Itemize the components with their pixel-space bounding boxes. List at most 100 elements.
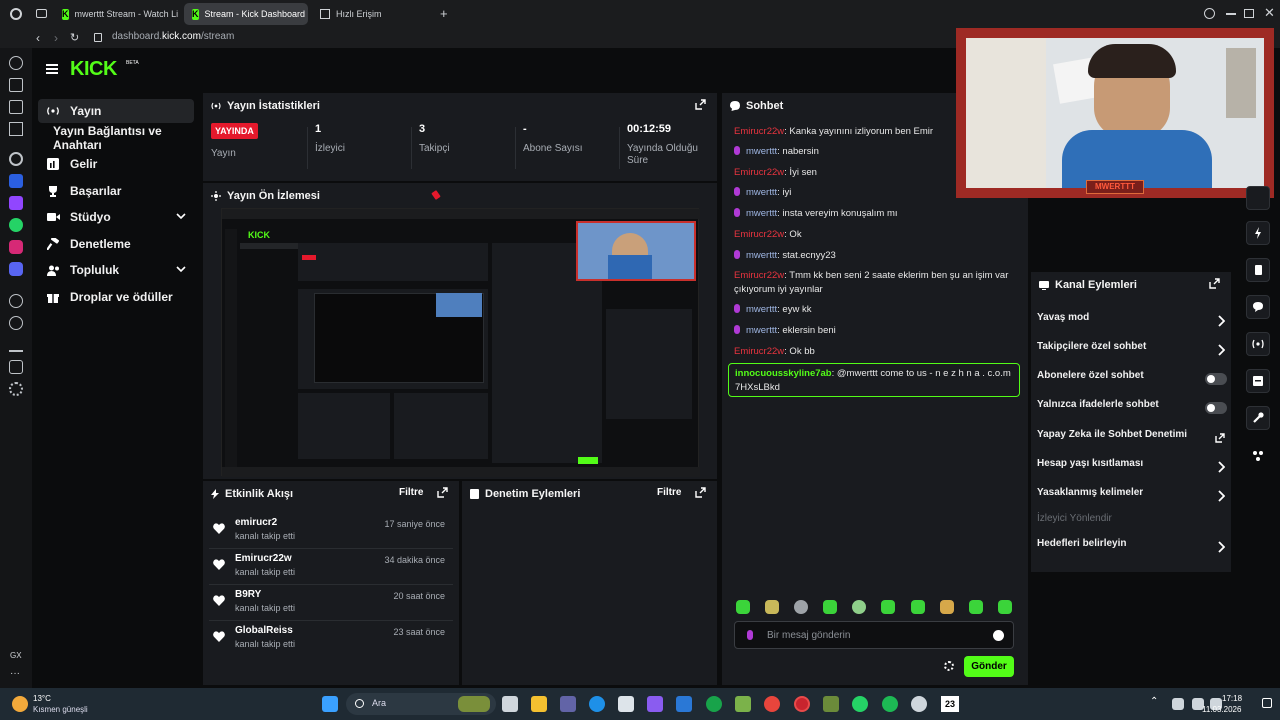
weather-icon[interactable] [12, 696, 28, 712]
spotify-icon[interactable] [882, 696, 898, 712]
channel-action-account-age[interactable]: Hesap yaşı kısıtlaması [1037, 458, 1227, 478]
activity-filter-button[interactable]: Filtre [399, 487, 423, 498]
downloads-icon[interactable] [9, 338, 23, 352]
aria-icon[interactable] [9, 122, 23, 136]
sidebar-item-achievements[interactable]: Başarılar [38, 179, 194, 203]
sidebar-item-community[interactable]: Topluluk [38, 258, 194, 282]
store-icon[interactable] [618, 696, 634, 712]
channel-action-subscribers-only[interactable]: Abonelere özel sohbet [1037, 370, 1227, 390]
emote-icon[interactable] [998, 600, 1012, 614]
notifications-icon[interactable] [1262, 698, 1272, 708]
tool-button[interactable] [1246, 186, 1270, 210]
emote-icon[interactable] [881, 600, 895, 614]
start-icon[interactable] [322, 696, 338, 712]
sidebar-item-stream[interactable]: Yayın [38, 99, 194, 123]
chat-tool-button[interactable] [1246, 295, 1270, 319]
emote-only-toggle[interactable] [1205, 402, 1227, 414]
emote-icon[interactable] [940, 600, 954, 614]
url-field[interactable]: dashboard.kick.com/stream [112, 31, 234, 42]
send-button[interactable]: Gönder [964, 656, 1014, 677]
preview-video[interactable]: KICK [221, 208, 700, 477]
copilot-icon[interactable] [647, 696, 663, 712]
task-view-icon[interactable] [502, 696, 518, 712]
ai-icon[interactable] [9, 152, 23, 166]
back-icon[interactable]: ‹ [36, 31, 40, 45]
close-icon[interactable]: ✕ [1264, 5, 1275, 21]
emote-icon[interactable] [765, 600, 779, 614]
sidebar-item-moderation[interactable]: Denetleme [38, 232, 194, 256]
teams-icon[interactable] [560, 696, 576, 712]
tab-kick-dashboard[interactable]: K Stream - Kick Dashboard [184, 3, 308, 25]
channel-action-emote-only[interactable]: Yalnızca ifadelerle sohbet [1037, 399, 1227, 419]
emote-icon[interactable] [794, 600, 808, 614]
settings-icon[interactable] [9, 382, 23, 396]
moderation-filter-button[interactable]: Filtre [657, 487, 681, 498]
emoji-icon[interactable] [993, 630, 1004, 641]
kick-logo[interactable]: KICK [70, 58, 117, 81]
layout-tool-button[interactable] [1246, 369, 1270, 393]
popout-icon[interactable] [695, 487, 707, 499]
speed-dial-icon[interactable] [9, 56, 23, 70]
channel-action-banned-words[interactable]: Yasaklanmış kelimeler [1037, 487, 1227, 507]
new-tab-button[interactable]: + [440, 6, 448, 21]
cube-icon[interactable] [9, 100, 23, 114]
sidebar-item-studio[interactable]: Stüdyo [38, 205, 194, 229]
wrench-tool-button[interactable] [1246, 406, 1270, 430]
search-icon[interactable] [1204, 8, 1215, 19]
mail-icon[interactable] [676, 696, 692, 712]
player-icon[interactable] [9, 294, 23, 308]
popout-icon[interactable] [695, 99, 707, 111]
forward-icon[interactable]: › [54, 31, 58, 45]
notes-tool-button[interactable] [1246, 258, 1270, 282]
tab-quick-access[interactable]: Hızlı Erişim [312, 3, 432, 25]
discord-icon[interactable] [9, 262, 23, 276]
taskbar-search[interactable]: Ara [346, 693, 496, 715]
extensions-icon[interactable] [9, 360, 23, 374]
twitch-icon[interactable] [9, 196, 23, 210]
game-icon[interactable] [735, 696, 751, 712]
minecraft-icon[interactable] [823, 696, 839, 712]
opera-gx-icon[interactable] [794, 696, 810, 712]
opera-menu-icon[interactable] [10, 8, 22, 20]
broadcast-tool-button[interactable] [1246, 332, 1270, 356]
file-explorer-icon[interactable] [531, 696, 547, 712]
chat-settings-icon[interactable] [944, 661, 954, 671]
tray-icon[interactable] [1172, 698, 1184, 710]
channel-action-ai-moderation[interactable]: Yapay Zeka ile Sohbet Denetimi [1037, 429, 1227, 449]
emote-icon[interactable] [736, 600, 750, 614]
subscribers-only-toggle[interactable] [1205, 373, 1227, 385]
instagram-icon[interactable] [9, 240, 23, 254]
edge-icon[interactable] [589, 696, 605, 712]
tab-stream-watch[interactable]: K mwerttt Stream - Watch Li [54, 3, 178, 25]
chat-input[interactable]: Bir mesaj gönderin [734, 621, 1014, 649]
whatsapp-icon[interactable] [9, 218, 23, 232]
sidebar-item-revenue[interactable]: Gelir [38, 152, 194, 176]
calendar-badge[interactable]: 23 [941, 696, 959, 712]
hamburger-menu-icon[interactable] [46, 64, 58, 74]
whatsapp-icon[interactable] [852, 696, 868, 712]
minimize-icon[interactable] [1226, 13, 1236, 15]
more-icon[interactable]: ··· [10, 668, 20, 679]
channel-action-slow-mode[interactable]: Yavaş mod [1037, 312, 1227, 332]
emote-icon[interactable] [823, 600, 837, 614]
channel-action-followers-only[interactable]: Takipçilere özel sohbet [1037, 341, 1227, 361]
emote-icon[interactable] [969, 600, 983, 614]
bookmark-icon[interactable] [9, 78, 23, 92]
reload-icon[interactable]: ↻ [70, 31, 79, 44]
app-icon[interactable] [9, 174, 23, 188]
chrome-icon[interactable] [764, 696, 780, 712]
tray-chevron-icon[interactable]: ⌃ [1150, 696, 1158, 707]
history-icon[interactable] [9, 316, 23, 330]
sidebar-item-drops[interactable]: Droplar ve ödüller [38, 285, 194, 309]
sidebar-item-stream-key[interactable]: Yayın Bağlantısı ve Anahtarı [38, 124, 194, 152]
emote-icon[interactable] [852, 600, 866, 614]
bolt-tool-button[interactable] [1246, 221, 1270, 245]
obs-icon[interactable] [911, 696, 927, 712]
popout-icon[interactable] [437, 487, 449, 499]
channel-action-goals[interactable]: Hedefleri belirleyin [1037, 538, 1227, 558]
maximize-icon[interactable] [1244, 9, 1254, 18]
apps-icon[interactable] [1252, 450, 1264, 462]
xbox-icon[interactable] [706, 696, 722, 712]
workspaces-icon[interactable] [36, 9, 47, 18]
emote-icon[interactable] [911, 600, 925, 614]
